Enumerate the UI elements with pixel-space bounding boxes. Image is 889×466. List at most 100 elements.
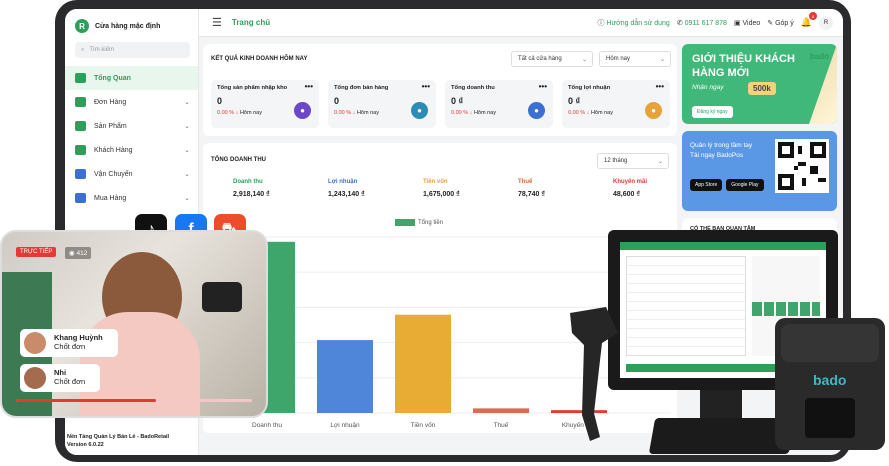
promo-title: GIỚI THIỆU KHÁCH HÀNG MỚI: [692, 53, 795, 79]
revenue-metric: Tiền vốn 1,675,000 ₫: [423, 179, 518, 198]
metric-value: 2,918,140 ₫: [233, 191, 270, 198]
help-link[interactable]: ⓘ Hướng dẫn sử dụng: [597, 18, 669, 28]
chevron-down-icon: ⌄: [581, 56, 587, 63]
results-card: KẾT QUẢ KINH DOANH HÔM NAY Tất cả cửa hà…: [203, 44, 677, 136]
feedback-icon: ✎: [767, 19, 776, 27]
revenue-metric: Doanh thu 2,918,140 ₫: [233, 179, 328, 198]
stat-title: Tổng doanh thu: [451, 85, 495, 91]
tick-label: Tiền vốn: [411, 420, 436, 429]
stat-title: Tổng đơn bán hàng: [334, 85, 389, 91]
revenue-metric: Lợi nhuận 1,243,140 ₫: [328, 179, 423, 198]
metric-label: Doanh thu: [233, 179, 263, 185]
chevron-down-icon: ⌄: [657, 158, 663, 165]
metric-label: Lợi nhuận: [328, 179, 358, 185]
register-button[interactable]: Đăng ký ngay: [692, 106, 733, 118]
sidebar-item-customers[interactable]: Khách Hàng ⌄: [65, 138, 198, 162]
box-icon: [75, 121, 86, 131]
version-footer: Nền Tảng Quản Lý Bán Lẻ - BadoRetail Ver…: [67, 433, 169, 449]
printer-lid: [781, 324, 879, 362]
down-arrow-icon: ↓: [469, 110, 473, 116]
search-input[interactable]: Tìm kiếm: [89, 47, 114, 53]
stat-card: Tổng doanh thu 0 ₫ 0.00 % ↓ Hôm nay ••• …: [445, 80, 553, 128]
revenue-title: TỔNG DOANH THU: [211, 157, 266, 163]
more-options-icon[interactable]: •••: [539, 82, 547, 91]
chevron-down-icon: ⌄: [184, 171, 190, 178]
referral-banner[interactable]: bado GIỚI THIỆU KHÁCH HÀNG MỚI Nhận ngay…: [682, 44, 837, 124]
feedback-link[interactable]: ✎ Góp ý: [767, 19, 794, 27]
stat-card: Tổng đơn bán hàng 0 0.00 % ↓ Hôm nay •••…: [328, 80, 436, 128]
chevron-down-icon: ⌄: [184, 147, 190, 154]
orders-icon: [75, 97, 86, 107]
more-options-icon[interactable]: •••: [305, 82, 313, 91]
down-arrow-icon: ↓: [352, 110, 356, 116]
stat-title: Tổng sản phẩm nhập kho: [217, 85, 288, 91]
menu-icon[interactable]: ☰: [212, 16, 222, 29]
camera-icon: [202, 282, 242, 312]
barcode-scanner: [570, 307, 618, 441]
footer-platform: Nền Tảng Quản Lý Bán Lẻ - BadoRetail: [67, 434, 170, 440]
sidebar-search[interactable]: ⌕ Tìm kiếm: [75, 42, 190, 58]
store-selector[interactable]: R Cửa hàng mặc định: [65, 9, 198, 39]
metric-label: Thuế: [518, 179, 533, 185]
app-promo-text: Quản lý trong tầm tay Tải ngay BadoPos: [690, 142, 753, 159]
phone-link[interactable]: ✆ 0911 617 878: [677, 19, 727, 27]
metric-value: 78,740 ₫: [518, 191, 545, 198]
bell-icon[interactable]: 🔔 8: [801, 12, 817, 28]
promo-amount: 500k: [748, 82, 776, 95]
store-filter[interactable]: Tất cả cửa hàng ⌄: [511, 51, 593, 67]
search-icon: ⌕: [81, 46, 85, 53]
sidebar-item-label: Sản Phẩm: [94, 122, 127, 130]
bar-Tiền vốn[interactable]: [395, 314, 451, 413]
sidebar-item-purchasing[interactable]: Mua Hàng ⌄: [65, 186, 198, 210]
stat-title: Tổng lợi nhuận: [568, 85, 611, 91]
metric-value: 1,243,140 ₫: [328, 191, 365, 198]
more-options-icon[interactable]: •••: [422, 82, 430, 91]
more-options-icon[interactable]: •••: [656, 82, 664, 91]
stream-progress: [16, 399, 252, 402]
sidebar-item-label: Đơn Hàng: [94, 98, 127, 106]
down-arrow-icon: ↓: [235, 110, 239, 116]
legend-swatch: [395, 219, 415, 226]
app-store-button[interactable]: App Store: [690, 179, 723, 191]
live-badge: TRỰC TIẾP: [16, 247, 57, 257]
video-link[interactable]: ▣ Video: [734, 19, 760, 27]
phone-icon: ✆: [676, 19, 685, 27]
truck-icon: [75, 169, 86, 179]
chevron-down-icon: ⌄: [659, 56, 665, 63]
user-avatar[interactable]: R: [819, 15, 833, 30]
metric-label: Tiền vốn: [423, 179, 448, 185]
bar-Lợi nhuận[interactable]: [317, 340, 373, 413]
results-title: KẾT QUẢ KINH DOANH HÔM NAY: [211, 56, 308, 62]
period-filter[interactable]: 12 tháng ⌄: [597, 153, 669, 169]
stat-icon: ●: [645, 102, 662, 119]
chevron-down-icon: ⌄: [184, 195, 190, 202]
down-arrow-icon: ↓: [586, 110, 590, 116]
sidebar-item-products[interactable]: Sản Phẩm ⌄: [65, 114, 198, 138]
topbar: ☰ Trang chủ ⓘ Hướng dẫn sử dụng ✆ 0911 6…: [199, 9, 843, 37]
revenue-metric: Thuế 78,740 ₫: [518, 179, 613, 198]
date-filter[interactable]: Hôm nay ⌄: [599, 51, 671, 67]
tick-label: Lợi nhuận: [330, 422, 360, 429]
receipt-printer: bado: [775, 318, 885, 450]
promo-subtitle: Nhận ngay: [692, 84, 724, 91]
live-comment: Khang Huỳnh Chốt đơn: [20, 329, 118, 357]
stat-card: Tổng lợi nhuận 0 ₫ 0.00 % ↓ Hôm nay ••• …: [562, 80, 670, 128]
tick-label: Thuế: [494, 420, 509, 429]
footer-version: Version 6.0.22: [67, 442, 104, 448]
sidebar-item-shipping[interactable]: Vận Chuyển ⌄: [65, 162, 198, 186]
sidebar-item-label: Vận Chuyển: [94, 170, 133, 178]
bar-Thuế[interactable]: [473, 408, 529, 413]
customer-icon: [75, 145, 86, 155]
pos-stand: [700, 390, 742, 418]
sidebar-item-orders[interactable]: Đơn Hàng ⌄: [65, 90, 198, 114]
google-play-button[interactable]: Google Play: [726, 179, 764, 191]
sidebar-item-overview[interactable]: Tổng Quan: [65, 66, 198, 90]
view-count: ◉ 412: [65, 247, 92, 259]
store-name: Cửa hàng mặc định: [95, 22, 161, 30]
chart-legend: Tổng tiền: [395, 219, 443, 226]
paper-slot: [805, 398, 855, 438]
dashboard-icon: [75, 73, 86, 83]
breadcrumb[interactable]: Trang chủ: [232, 18, 270, 27]
notification-badge: 8: [809, 12, 817, 20]
purchase-icon: [75, 193, 86, 203]
